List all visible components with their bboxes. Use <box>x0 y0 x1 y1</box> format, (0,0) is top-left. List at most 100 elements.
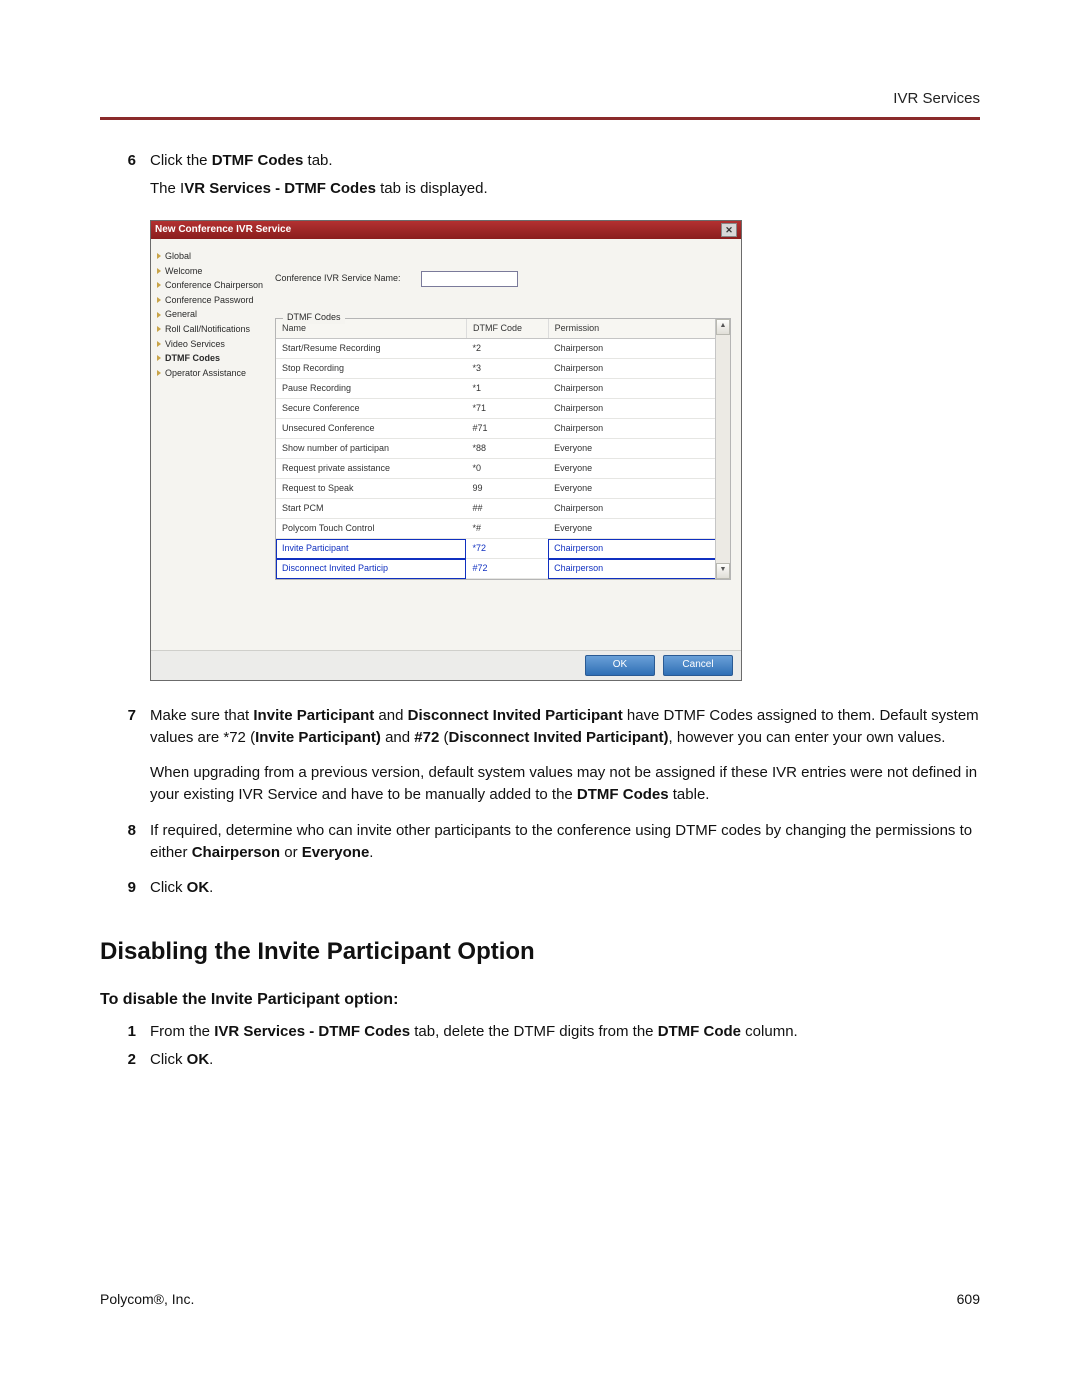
step-7: 7 Make sure that Invite Participant and … <box>100 705 980 806</box>
cell-perm[interactable]: Chairperson <box>548 378 729 398</box>
bold: DTMF Codes <box>212 152 304 169</box>
col-header-permission[interactable]: Permission <box>548 319 729 339</box>
text: Click <box>150 879 187 896</box>
cell-code[interactable]: ## <box>466 499 548 519</box>
sidebar-item-dtmf-codes[interactable]: DTMF Codes <box>155 351 265 366</box>
table-row[interactable]: Show number of participan*88Everyone <box>276 439 730 459</box>
text: ( <box>439 729 448 746</box>
cell-code[interactable]: #72 <box>466 559 548 579</box>
section-heading: Disabling the Invite Participant Option <box>100 935 980 970</box>
cell-perm[interactable]: Everyone <box>548 479 729 499</box>
cell-perm[interactable]: Chairperson <box>548 539 729 559</box>
bold: Disconnect Invited Participant <box>408 707 623 724</box>
sidebar-item-global[interactable]: Global <box>155 249 265 264</box>
step-text: Make sure that Invite Participant and Di… <box>150 705 980 806</box>
dtmf-codes-table: Name DTMF Code Permission Start/Resume R… <box>276 319 730 580</box>
scroll-up-icon[interactable]: ▲ <box>716 319 730 335</box>
bold: Disconnect Invited Participant) <box>449 729 669 746</box>
cell-name: Show number of participan <box>276 439 466 459</box>
step-6: 6 Click the DTMF Codes tab. The IVR Serv… <box>100 150 980 200</box>
cell-name: Pause Recording <box>276 378 466 398</box>
step-number: 1 <box>100 1021 150 1043</box>
sidebar-item-video[interactable]: Video Services <box>155 337 265 352</box>
cell-perm[interactable]: Chairperson <box>548 499 729 519</box>
cell-code[interactable]: *# <box>466 519 548 539</box>
cancel-button[interactable]: Cancel <box>663 655 733 676</box>
cell-code[interactable]: 99 <box>466 479 548 499</box>
sidebar-item-general[interactable]: General <box>155 307 265 322</box>
cell-perm[interactable]: Everyone <box>548 439 729 459</box>
sidebar-item-password[interactable]: Conference Password <box>155 293 265 308</box>
cell-name: Disconnect Invited Particip <box>276 559 466 579</box>
cell-code[interactable]: *0 <box>466 459 548 479</box>
cell-code[interactable]: *72 <box>466 539 548 559</box>
cell-code[interactable]: #71 <box>466 419 548 439</box>
cell-name: Request private assistance <box>276 459 466 479</box>
cell-perm[interactable]: Chairperson <box>548 358 729 378</box>
table-row[interactable]: Polycom Touch Control*#Everyone <box>276 519 730 539</box>
sidebar-item-operator[interactable]: Operator Assistance <box>155 366 265 381</box>
text: . <box>369 844 373 861</box>
service-name-row: Conference IVR Service Name: <box>275 271 731 287</box>
cell-name: Stop Recording <box>276 358 466 378</box>
text: From the <box>150 1023 214 1040</box>
table-row[interactable]: Start PCM##Chairperson <box>276 499 730 519</box>
table-row[interactable]: Request private assistance*0Everyone <box>276 459 730 479</box>
sidebar-item-label: General <box>165 308 197 321</box>
cell-code[interactable]: *88 <box>466 439 548 459</box>
dialog-titlebar: New Conference IVR Service ✕ <box>151 221 741 240</box>
step-9: 9 Click OK. <box>100 877 980 899</box>
bold: Invite Participant <box>253 707 374 724</box>
chevron-right-icon <box>157 282 161 288</box>
sidebar-item-chairperson[interactable]: Conference Chairperson <box>155 278 265 293</box>
cell-code[interactable]: *2 <box>466 338 548 358</box>
table-row-invite-participant[interactable]: Invite Participant*72Chairperson <box>276 539 730 559</box>
dtmf-codes-table-box: Name DTMF Code Permission Start/Resume R… <box>275 318 731 581</box>
sidebar-item-rollcall[interactable]: Roll Call/Notifications <box>155 322 265 337</box>
body: 6 Click the DTMF Codes tab. The IVR Serv… <box>100 150 980 1071</box>
table-row[interactable]: Request to Speak99Everyone <box>276 479 730 499</box>
cell-perm[interactable]: Chairperson <box>548 559 729 579</box>
close-icon[interactable]: ✕ <box>721 223 737 237</box>
sidebar-item-label: Welcome <box>165 265 202 278</box>
cell-perm[interactable]: Chairperson <box>548 338 729 358</box>
step-number: 6 <box>100 150 150 200</box>
footer-company: Polycom®, Inc. <box>100 1291 194 1307</box>
text: When upgrading from a previous version, … <box>150 764 977 803</box>
table-row-disconnect-invited[interactable]: Disconnect Invited Particip#72Chairperso… <box>276 559 730 579</box>
table-row[interactable]: Pause Recording*1Chairperson <box>276 378 730 398</box>
ok-button[interactable]: OK <box>585 655 655 676</box>
cell-perm[interactable]: Chairperson <box>548 398 729 418</box>
chevron-right-icon <box>157 355 161 361</box>
cell-perm[interactable]: Chairperson <box>548 419 729 439</box>
cell-code[interactable]: *71 <box>466 398 548 418</box>
text: column. <box>741 1023 798 1040</box>
table-row[interactable]: Start/Resume Recording*2Chairperson <box>276 338 730 358</box>
chevron-right-icon <box>157 370 161 376</box>
step-number: 9 <box>100 877 150 899</box>
table-row[interactable]: Secure Conference*71Chairperson <box>276 398 730 418</box>
text: The I <box>150 180 184 197</box>
page-footer: Polycom®, Inc. 609 <box>100 1291 980 1307</box>
service-name-input[interactable] <box>421 271 518 287</box>
cell-perm[interactable]: Everyone <box>548 519 729 539</box>
chevron-right-icon <box>157 297 161 303</box>
sidebar-item-label: Global <box>165 250 191 263</box>
bold: VR Services - DTMF Codes <box>184 180 376 197</box>
cell-code[interactable]: *3 <box>466 358 548 378</box>
text: Click <box>150 1051 187 1068</box>
cell-perm[interactable]: Everyone <box>548 459 729 479</box>
bold: Chairperson <box>192 844 280 861</box>
table-scrollbar[interactable]: ▲ ▼ <box>715 319 730 580</box>
text: Make sure that <box>150 707 253 724</box>
table-row[interactable]: Unsecured Conference#71Chairperson <box>276 419 730 439</box>
col-header-code[interactable]: DTMF Code <box>466 319 548 339</box>
sidebar-item-welcome[interactable]: Welcome <box>155 264 265 279</box>
sidebar-item-label: Operator Assistance <box>165 367 246 380</box>
section-subheading: To disable the Invite Participant option… <box>100 988 980 1011</box>
footer-page-number: 609 <box>957 1291 980 1307</box>
cell-code[interactable]: *1 <box>466 378 548 398</box>
bold: DTMF Codes <box>577 786 669 803</box>
table-row[interactable]: Stop Recording*3Chairperson <box>276 358 730 378</box>
scroll-down-icon[interactable]: ▼ <box>716 563 730 579</box>
